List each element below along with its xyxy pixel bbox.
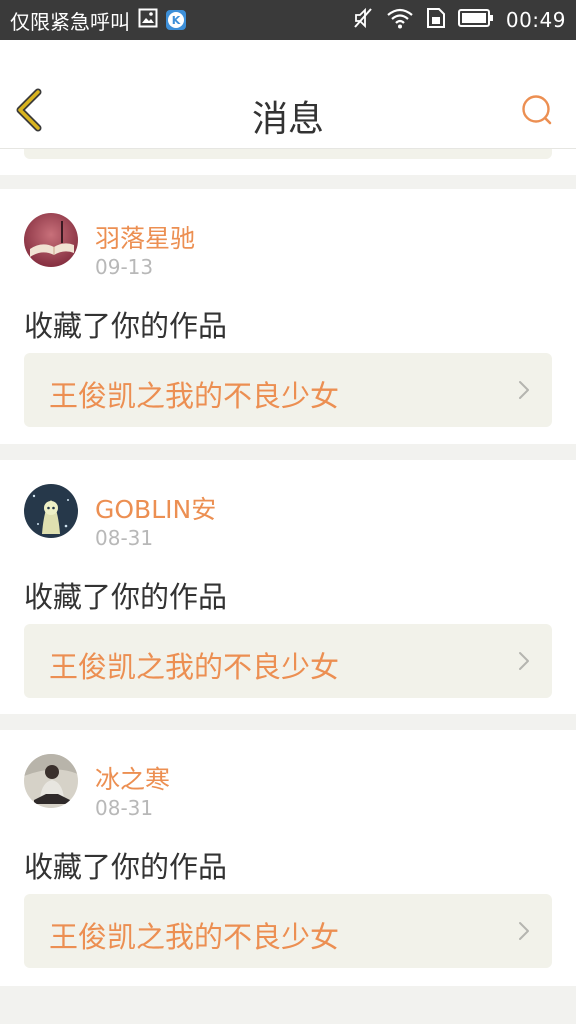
k-app-icon: K [166,10,186,30]
search-icon [522,95,552,125]
silent-icon [352,7,374,34]
username[interactable]: 羽落星驰 [95,219,195,255]
username[interactable]: 冰之寒 [95,760,170,796]
avatar[interactable] [24,754,78,808]
work-link[interactable]: 王俊凯之我的不良少女 [24,894,552,968]
work-link[interactable]: 王俊凯之我的不良少女 [24,353,552,427]
message-card: 羽落星驰 09-13 收藏了你的作品 王俊凯之我的不良少女 [0,189,576,444]
work-title: 王俊凯之我的不良少女 [49,920,340,954]
message-date: 09-13 [95,255,154,279]
wifi-icon [386,7,414,34]
action-text: 收藏了你的作品 [24,580,228,614]
work-link[interactable]: 王俊凯之我的不良少女 [24,624,552,698]
page-title: 消息 [251,99,324,140]
chevron-right-icon [519,652,529,670]
carrier-text: 仅限紧急呼叫 [10,9,130,34]
action-text: 收藏了你的作品 [24,309,228,343]
chevron-right-icon [519,381,529,399]
avatar[interactable] [24,213,78,267]
battery-icon [457,8,494,33]
action-text: 收藏了你的作品 [24,850,228,884]
previous-card-fragment [0,149,576,175]
avatar[interactable] [24,484,78,538]
message-card: GOBLIN安 08-31 收藏了你的作品 王俊凯之我的不良少女 [0,460,576,714]
work-title: 王俊凯之我的不良少女 [49,379,340,413]
message-date: 08-31 [95,526,154,550]
status-bar-left: 仅限紧急呼叫 K [10,0,186,40]
status-bar: 仅限紧急呼叫 K 00:49 [0,0,576,40]
image-icon [138,8,158,33]
status-bar-right: 00:49 [352,0,566,40]
message-card: 冰之寒 08-31 收藏了你的作品 王俊凯之我的不良少女 [0,730,576,986]
message-date: 08-31 [95,796,154,820]
chevron-right-icon [519,922,529,940]
work-title: 王俊凯之我的不良少女 [49,650,340,684]
username[interactable]: GOBLIN安 [95,490,216,526]
app-header: 消息 [0,40,576,149]
previous-work-link-fragment[interactable] [24,149,552,159]
sim-icon [426,7,446,34]
status-time: 00:49 [505,8,566,32]
search-button[interactable] [520,93,554,127]
